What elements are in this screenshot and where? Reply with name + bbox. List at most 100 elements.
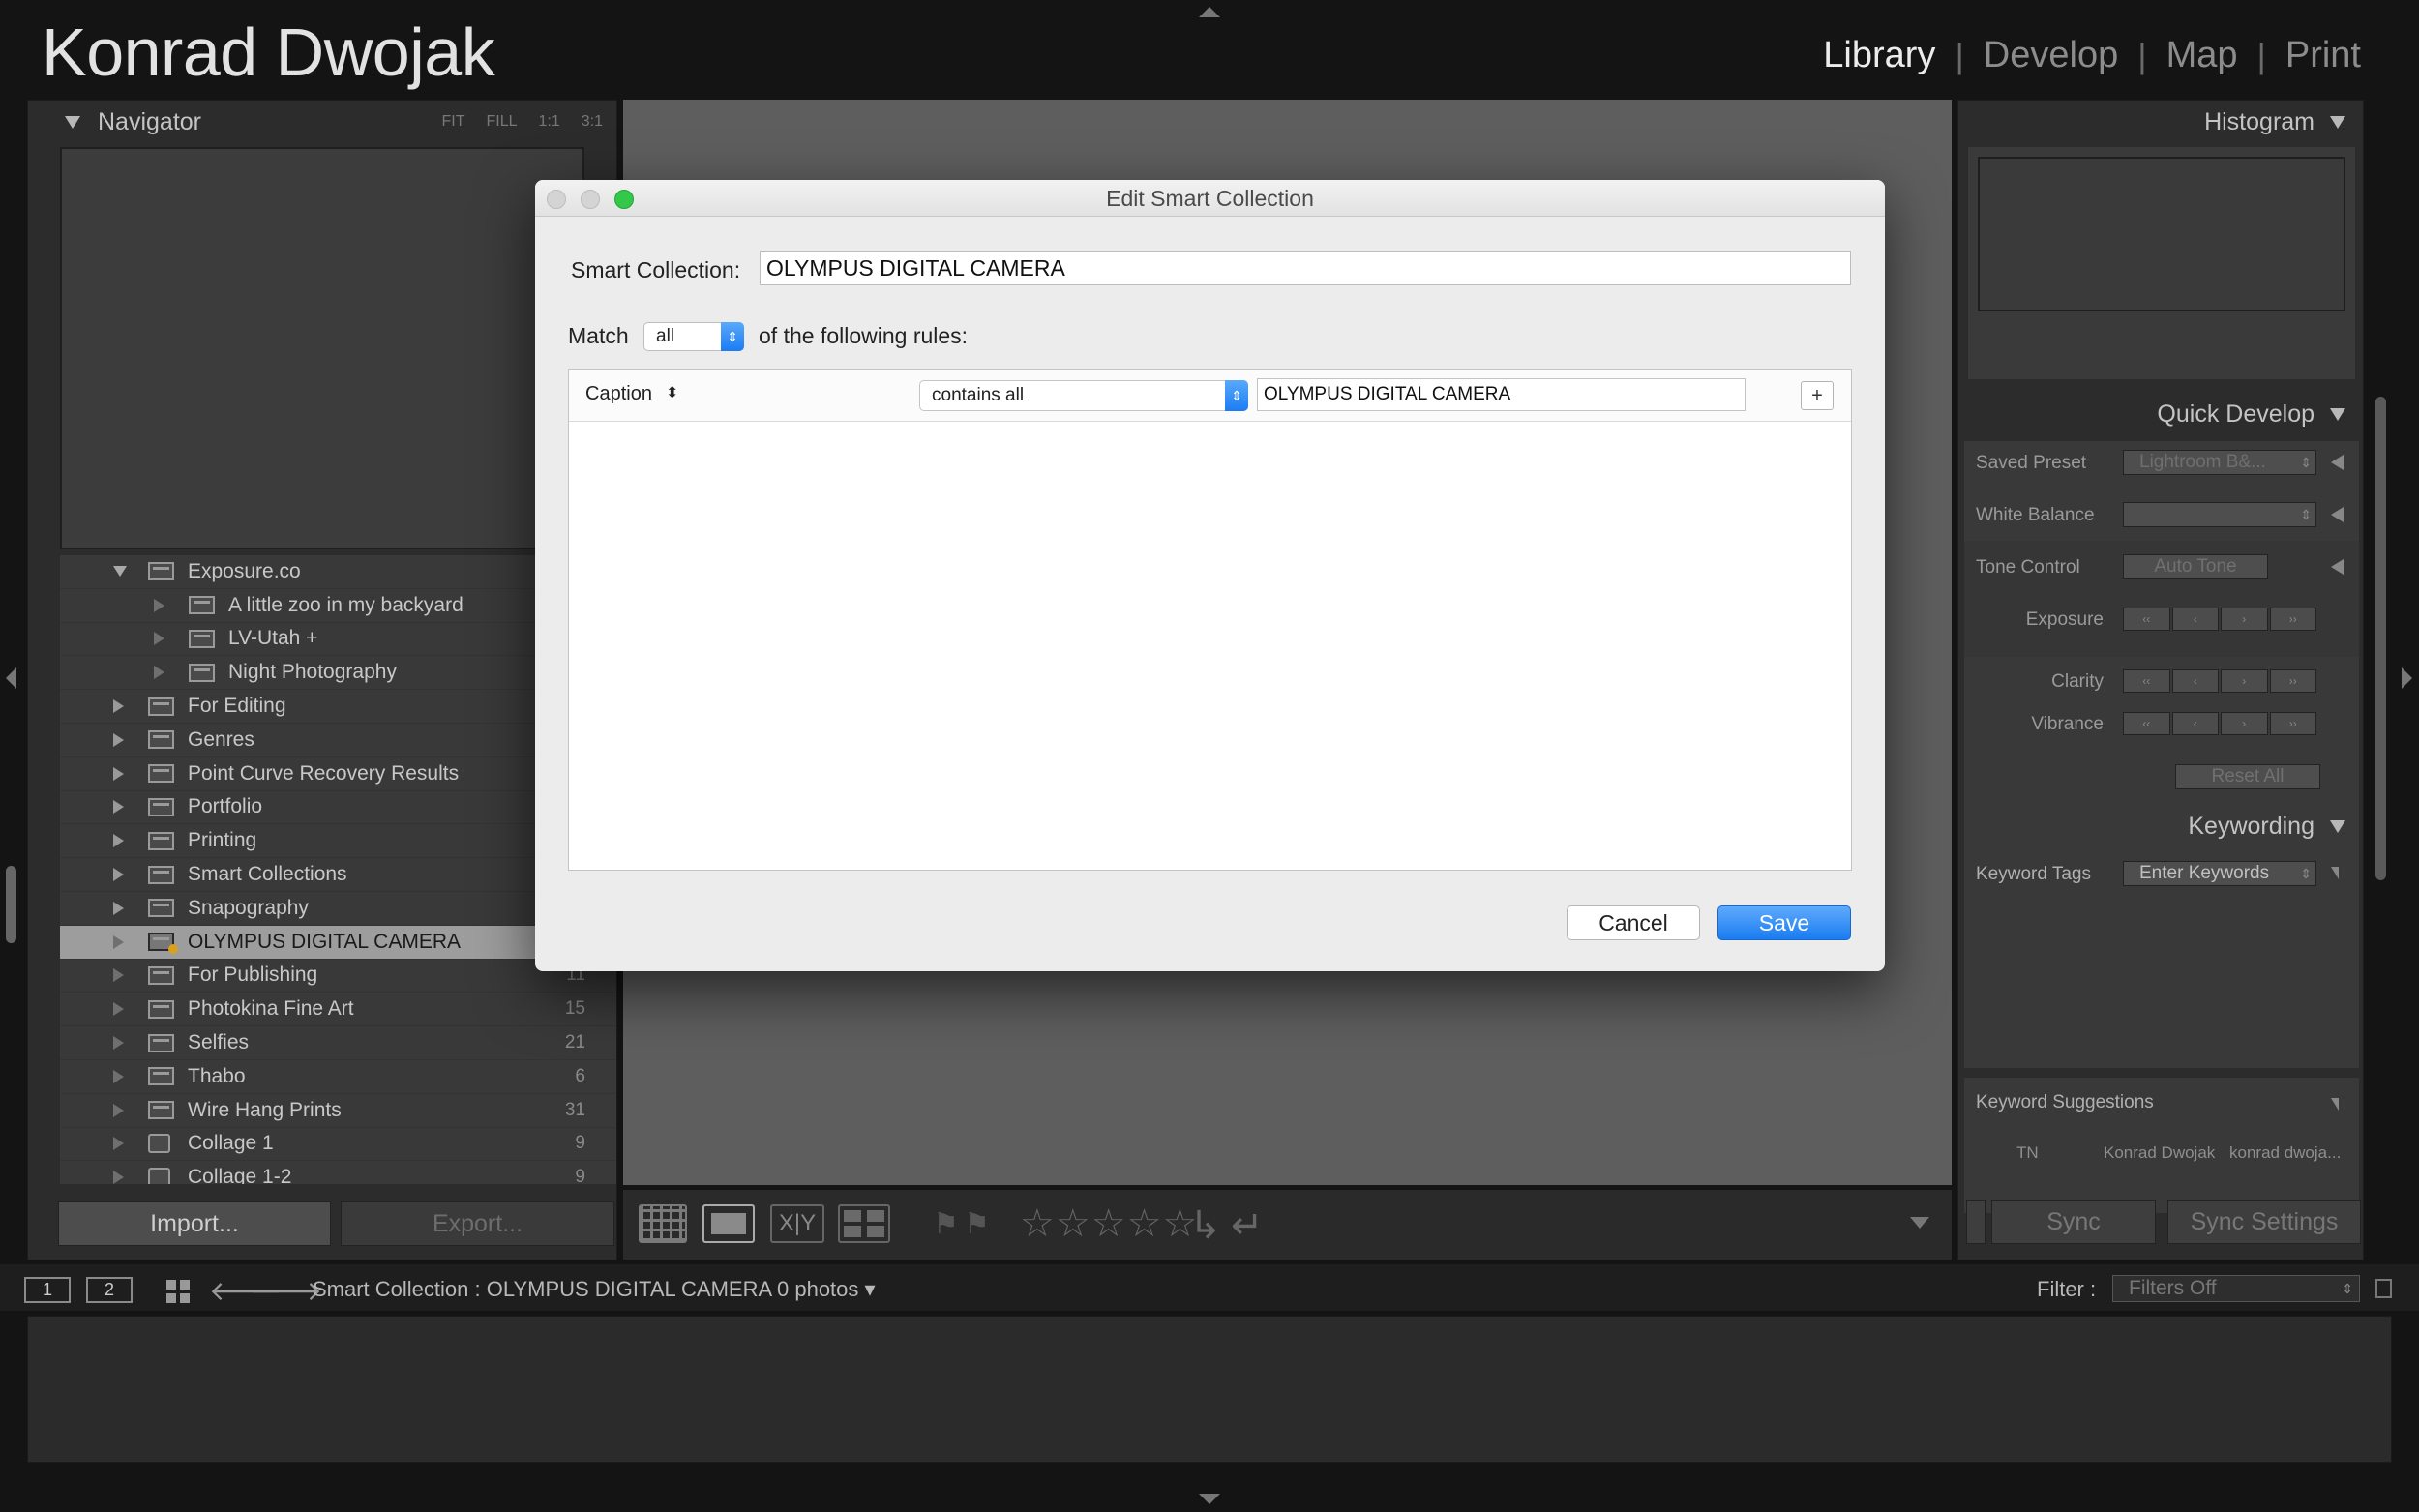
collapsed-triangle-icon[interactable] xyxy=(113,1137,124,1151)
loupe-view-icon[interactable] xyxy=(702,1204,755,1243)
module-develop[interactable]: Develop xyxy=(1964,35,2137,76)
keyword-suggestion[interactable]: Konrad Dwojak xyxy=(2104,1143,2215,1163)
step-down[interactable]: ‹ xyxy=(2171,669,2219,693)
collapsed-triangle-icon[interactable] xyxy=(113,766,124,781)
left-panel-toggle-icon[interactable] xyxy=(6,667,16,689)
add-rule-button[interactable]: + xyxy=(1801,381,1834,410)
select-spinner-icon[interactable]: ⇕ xyxy=(1225,380,1248,411)
collection-row[interactable]: Genres xyxy=(60,724,616,757)
collapsed-triangle-icon[interactable] xyxy=(113,1069,124,1083)
exposure-stepper[interactable]: ‹‹ ‹ › ›› xyxy=(2123,608,2316,631)
histogram-header[interactable]: Histogram xyxy=(2204,108,2345,136)
collection-row[interactable]: OLYMPUS DIGITAL CAMERA xyxy=(60,925,616,960)
reset-all-button[interactable]: Reset All xyxy=(2175,764,2320,789)
collection-row[interactable]: Exposure.co xyxy=(60,555,616,589)
survey-view-icon[interactable] xyxy=(838,1204,890,1243)
compare-view-icon[interactable]: X|Y xyxy=(770,1204,824,1243)
rotate-left-icon[interactable]: ↳ xyxy=(1189,1203,1222,1248)
cancel-button[interactable]: Cancel xyxy=(1567,905,1700,940)
step-big-up[interactable]: ›› xyxy=(2269,608,2316,631)
collapsed-triangle-icon[interactable] xyxy=(113,1103,124,1117)
rule-value-field[interactable]: OLYMPUS DIGITAL CAMERA xyxy=(1257,378,1746,411)
collapse-triangle-icon[interactable] xyxy=(2331,1098,2339,1111)
rule-operator-select[interactable]: contains all ⇕ xyxy=(919,380,1248,411)
rule-field-select[interactable]: Caption xyxy=(585,383,652,405)
top-panel-toggle-icon[interactable] xyxy=(1199,7,1220,17)
toolbar-menu-chevron-icon[interactable] xyxy=(1910,1217,1929,1229)
sync-button[interactable]: Sync xyxy=(1991,1200,2156,1244)
expanded-triangle-icon[interactable] xyxy=(113,566,127,578)
star-rating[interactable]: ☆☆☆☆☆ xyxy=(1020,1201,1198,1246)
filter-select[interactable]: Filters Off xyxy=(2112,1275,2360,1302)
select-spinner-icon[interactable]: ⇕ xyxy=(721,322,744,351)
zoom-fit[interactable]: FIT xyxy=(441,113,464,131)
step-big-down[interactable]: ‹‹ xyxy=(2123,669,2170,693)
step-big-down[interactable]: ‹‹ xyxy=(2123,608,2170,631)
collapse-triangle-icon[interactable] xyxy=(65,115,80,129)
collapsed-triangle-icon[interactable] xyxy=(113,1036,124,1051)
collapsed-triangle-icon[interactable] xyxy=(113,800,124,815)
step-up[interactable]: › xyxy=(2221,712,2268,735)
zoom-3-1[interactable]: 3:1 xyxy=(582,113,603,131)
dialog-titlebar[interactable]: Edit Smart Collection xyxy=(535,180,1885,217)
collection-row[interactable]: Snapography xyxy=(60,892,616,926)
step-up[interactable]: › xyxy=(2221,669,2268,693)
next-arrow-icon[interactable]: 🡒 xyxy=(250,1274,322,1307)
filmstrip[interactable] xyxy=(27,1316,2392,1463)
step-big-up[interactable]: ›› xyxy=(2269,712,2316,735)
collection-row[interactable]: Photokina Fine Art 15 xyxy=(60,993,616,1027)
left-panel-scrollbar[interactable] xyxy=(6,866,16,943)
save-button[interactable]: Save xyxy=(1717,905,1851,940)
collapse-triangle-icon[interactable] xyxy=(2330,116,2345,129)
step-big-up[interactable]: ›› xyxy=(2269,669,2316,693)
collection-row[interactable]: Printing xyxy=(60,824,616,859)
module-map[interactable]: Map xyxy=(2147,35,2257,76)
secondary-monitor-button[interactable]: 2 xyxy=(86,1277,133,1303)
zoom-fill[interactable]: FILL xyxy=(486,113,517,131)
photo-count[interactable]: 0 photos ▾ xyxy=(777,1277,876,1302)
collapsed-triangle-icon[interactable] xyxy=(113,732,124,747)
collapsed-triangle-icon[interactable] xyxy=(154,632,164,646)
collapse-triangle-icon[interactable] xyxy=(2330,820,2345,833)
primary-monitor-button[interactable]: 1 xyxy=(24,1277,71,1303)
keyword-suggestion[interactable]: konrad dwoja... xyxy=(2229,1143,2341,1163)
module-library[interactable]: Library xyxy=(1804,35,1955,76)
sync-settings-button[interactable]: Sync Settings xyxy=(2167,1200,2361,1244)
step-big-down[interactable]: ‹‹ xyxy=(2123,712,2170,735)
collection-row[interactable]: Collage 1-2 9 xyxy=(60,1161,616,1184)
collapsed-triangle-icon[interactable] xyxy=(113,1002,124,1017)
collapsed-triangle-icon[interactable] xyxy=(113,699,124,714)
collection-row[interactable]: For Publishing 11 xyxy=(60,960,616,993)
module-print[interactable]: Print xyxy=(2266,35,2380,76)
collection-row[interactable]: Point Curve Recovery Results xyxy=(60,757,616,791)
collapsed-triangle-icon[interactable] xyxy=(154,598,164,612)
navigator-preview[interactable] xyxy=(60,147,584,549)
collapsed-triangle-icon[interactable] xyxy=(113,834,124,848)
zoom-1-1[interactable]: 1:1 xyxy=(539,113,560,131)
collection-row[interactable]: Night Photography xyxy=(60,656,616,691)
step-down[interactable]: ‹ xyxy=(2171,608,2219,631)
collapsed-triangle-icon[interactable] xyxy=(154,666,164,680)
filter-lock-icon[interactable] xyxy=(2375,1279,2392,1298)
collapsed-triangle-icon[interactable] xyxy=(113,934,124,949)
collection-row[interactable]: Thabo 6 xyxy=(60,1060,616,1094)
keywording-header[interactable]: Keywording xyxy=(2188,813,2345,841)
bottom-panel-toggle-icon[interactable] xyxy=(1199,1494,1220,1504)
collapse-triangle-icon[interactable] xyxy=(2330,408,2345,421)
collapsed-triangle-icon[interactable] xyxy=(113,901,124,915)
collection-row[interactable]: Wire Hang Prints 31 xyxy=(60,1094,616,1128)
navigator-header[interactable]: Navigator FIT FILL 1:1 3:1 xyxy=(28,101,616,143)
dropdown-triangle-icon[interactable] xyxy=(2331,867,2339,879)
quick-develop-header[interactable]: Quick Develop xyxy=(2157,400,2345,429)
filmstrip-source[interactable]: Smart Collection : OLYMPUS DIGITAL CAMER… xyxy=(313,1277,772,1302)
step-up[interactable]: › xyxy=(2221,608,2268,631)
rotate-right-icon[interactable]: ↵ xyxy=(1231,1203,1264,1248)
keyword-suggestion[interactable]: TN xyxy=(2016,1143,2039,1163)
collapsed-triangle-icon[interactable] xyxy=(113,868,124,882)
clarity-stepper[interactable]: ‹‹ ‹ › ›› xyxy=(2123,669,2316,693)
expand-arrow-icon[interactable] xyxy=(2331,455,2344,470)
saved-preset-select[interactable]: Lightroom B&... xyxy=(2123,450,2316,475)
flag-reject-icon[interactable]: ⚑ xyxy=(964,1207,990,1241)
flag-pick-icon[interactable]: ⚑ xyxy=(933,1207,959,1241)
collection-row[interactable]: Portfolio xyxy=(60,791,616,825)
